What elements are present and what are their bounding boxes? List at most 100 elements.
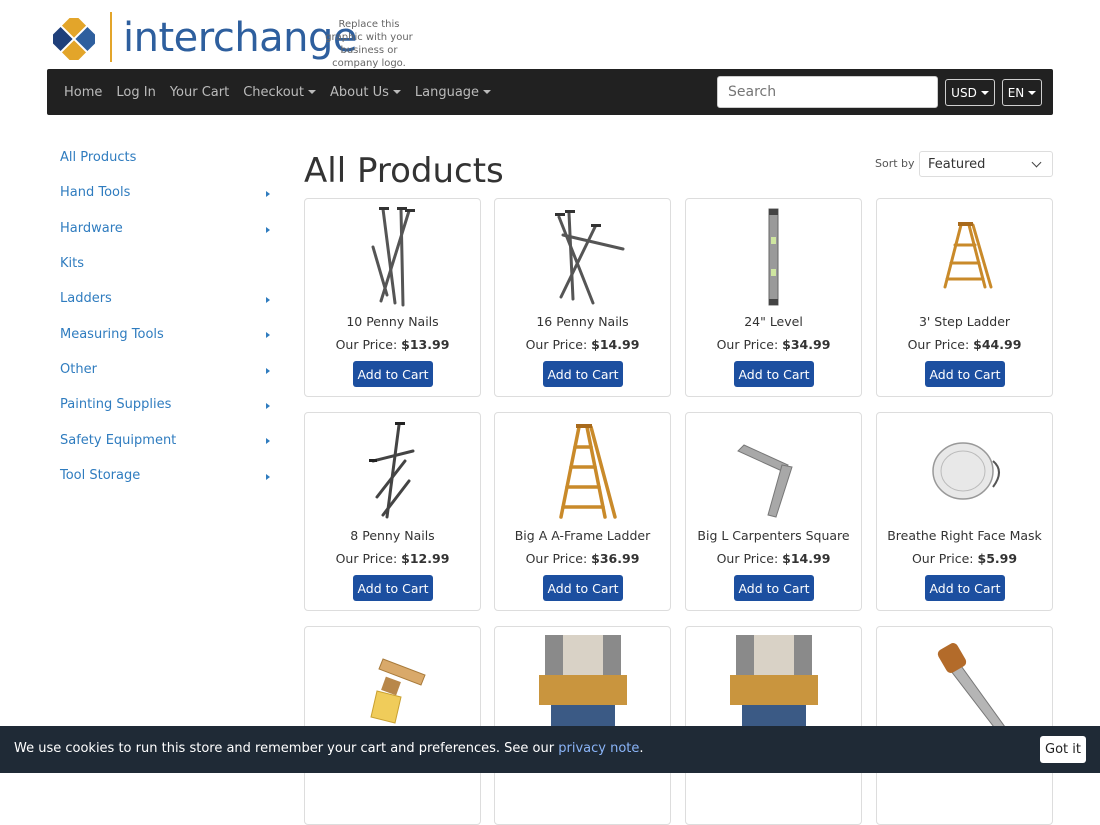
price-label: Our Price: <box>911 551 974 566</box>
product-card[interactable]: 16 Penny Nails Our Price: $14.99 Add to … <box>494 198 671 397</box>
caret-right-icon <box>266 438 270 445</box>
nav-home[interactable]: Home <box>64 85 102 100</box>
add-to-cart-button[interactable]: Add to Cart <box>734 361 814 387</box>
nav-checkout[interactable]: Checkout <box>243 85 317 100</box>
product-card[interactable]: Breathe Right Face Mask Our Price: $5.99… <box>876 412 1053 611</box>
add-to-cart-button[interactable]: Add to Cart <box>925 575 1005 601</box>
cookie-banner: We use cookies to run this store and rem… <box>0 726 1100 773</box>
product-name[interactable]: 8 Penny Nails <box>305 528 480 543</box>
nav-cart[interactable]: Your Cart <box>170 85 229 100</box>
ladder-icon <box>559 424 617 519</box>
sidebar-item-safety-equipment[interactable]: Safety Equipment <box>60 422 272 457</box>
product-price: Our Price: $12.99 <box>305 551 480 566</box>
tool-belt-icon <box>539 635 627 735</box>
language-dropdown[interactable]: EN <box>1002 79 1042 106</box>
category-sidebar: All Products Hand Tools Hardware Kits La… <box>60 140 272 493</box>
product-price: Our Price: $5.99 <box>877 551 1052 566</box>
caret-down-icon <box>1028 90 1037 95</box>
sort-select[interactable]: Featured <box>919 151 1053 177</box>
site-logo[interactable]: interchange Replace this graphic with yo… <box>53 12 453 69</box>
search-input[interactable] <box>717 76 938 108</box>
sidebar-item-label: Kits <box>60 256 85 272</box>
product-price: Our Price: $36.99 <box>495 551 670 566</box>
product-name[interactable]: 16 Penny Nails <box>495 314 670 329</box>
product-card[interactable]: Big L Carpenters Square Our Price: $14.9… <box>685 412 862 611</box>
sort-value: Featured <box>928 156 986 172</box>
sidebar-item-label: Other <box>60 361 97 377</box>
product-card[interactable]: Big A A-Frame Ladder Our Price: $36.99 A… <box>494 412 671 611</box>
sidebar-item-tool-storage[interactable]: Tool Storage <box>60 458 272 493</box>
sort-label: Sort by <box>875 157 915 170</box>
price-label: Our Price: <box>335 337 398 352</box>
product-name[interactable]: 10 Penny Nails <box>305 314 480 329</box>
price-label: Our Price: <box>716 551 779 566</box>
product-name[interactable]: Breathe Right Face Mask <box>877 528 1052 543</box>
price-value: $12.99 <box>401 551 450 566</box>
product-name[interactable]: Big L Carpenters Square <box>686 528 861 543</box>
product-name[interactable]: Big A A-Frame Ladder <box>495 528 670 543</box>
price-label: Our Price: <box>525 337 588 352</box>
add-to-cart-button[interactable]: Add to Cart <box>734 575 814 601</box>
logo-mark-icon <box>53 18 95 60</box>
sidebar-item-ladders[interactable]: Ladders <box>60 281 272 316</box>
caret-right-icon <box>266 473 270 480</box>
product-card[interactable]: 24" Level Our Price: $34.99 Add to Cart <box>685 198 862 397</box>
price-label: Our Price: <box>907 337 970 352</box>
sidebar-item-other[interactable]: Other <box>60 352 272 387</box>
got-it-button[interactable]: Got it <box>1040 736 1086 763</box>
sidebar-item-all-products[interactable]: All Products <box>60 140 272 175</box>
price-label: Our Price: <box>525 551 588 566</box>
caret-right-icon <box>266 226 270 233</box>
add-to-cart-button[interactable]: Add to Cart <box>353 575 433 601</box>
product-price: Our Price: $34.99 <box>686 337 861 352</box>
face-mask-icon <box>932 442 1000 500</box>
nav-language[interactable]: Language <box>414 84 492 100</box>
price-value: $14.99 <box>782 551 831 566</box>
product-name[interactable]: 24" Level <box>686 314 861 329</box>
product-price: Our Price: $44.99 <box>877 337 1052 352</box>
sidebar-item-hand-tools[interactable]: Hand Tools <box>60 175 272 210</box>
sidebar-item-painting-supplies[interactable]: Painting Supplies <box>60 387 272 422</box>
product-price: Our Price: $13.99 <box>305 337 480 352</box>
product-card[interactable]: 8 Penny Nails Our Price: $12.99 Add to C… <box>304 412 481 611</box>
nails-icon <box>369 422 415 519</box>
nav-language-label: Language <box>414 84 480 100</box>
sidebar-item-measuring-tools[interactable]: Measuring Tools <box>60 316 272 351</box>
nav-login[interactable]: Log In <box>116 85 155 100</box>
add-to-cart-button[interactable]: Add to Cart <box>543 575 623 601</box>
nav-links: Home Log In Your Cart Checkout About Us … <box>57 69 498 115</box>
level-icon <box>768 208 779 306</box>
caret-right-icon <box>266 297 270 304</box>
nav-about-us[interactable]: About Us <box>330 85 401 100</box>
add-to-cart-button[interactable]: Add to Cart <box>353 361 433 387</box>
sidebar-item-label: Hardware <box>60 220 123 236</box>
caret-right-icon <box>266 191 270 198</box>
logo-tagline: Replace this graphic with your business … <box>325 19 413 69</box>
price-label: Our Price: <box>335 551 398 566</box>
lang-label: EN <box>1007 85 1025 100</box>
product-name[interactable]: 3' Step Ladder <box>877 314 1052 329</box>
nav-cart-label: Your Cart <box>169 84 230 100</box>
product-card[interactable]: 3' Step Ladder Our Price: $44.99 Add to … <box>876 198 1053 397</box>
currency-dropdown[interactable]: USD <box>945 79 995 106</box>
privacy-note-link[interactable]: privacy note <box>558 741 639 756</box>
add-to-cart-button[interactable]: Add to Cart <box>543 361 623 387</box>
sidebar-item-hardware[interactable]: Hardware <box>60 211 272 246</box>
caret-right-icon <box>266 367 270 374</box>
price-value: $5.99 <box>977 551 1018 566</box>
add-to-cart-button[interactable]: Add to Cart <box>925 361 1005 387</box>
price-value: $34.99 <box>782 337 831 352</box>
logo-divider <box>110 12 112 62</box>
cookie-text-end: . <box>639 741 644 756</box>
sidebar-item-kits[interactable]: Kits <box>60 246 272 281</box>
price-value: $36.99 <box>591 551 640 566</box>
sidebar-item-label: Painting Supplies <box>60 397 172 413</box>
paint-brush-icon <box>370 658 426 724</box>
caret-down-icon <box>483 90 492 94</box>
cookie-message: We use cookies to run this store and rem… <box>14 741 644 756</box>
product-card[interactable]: 10 Penny Nails Our Price: $13.99 Add to … <box>304 198 481 397</box>
nav-login-label: Log In <box>116 84 156 100</box>
price-label: Our Price: <box>716 337 779 352</box>
caret-right-icon <box>266 332 270 339</box>
cookie-text: We use cookies to run this store and rem… <box>14 741 555 756</box>
